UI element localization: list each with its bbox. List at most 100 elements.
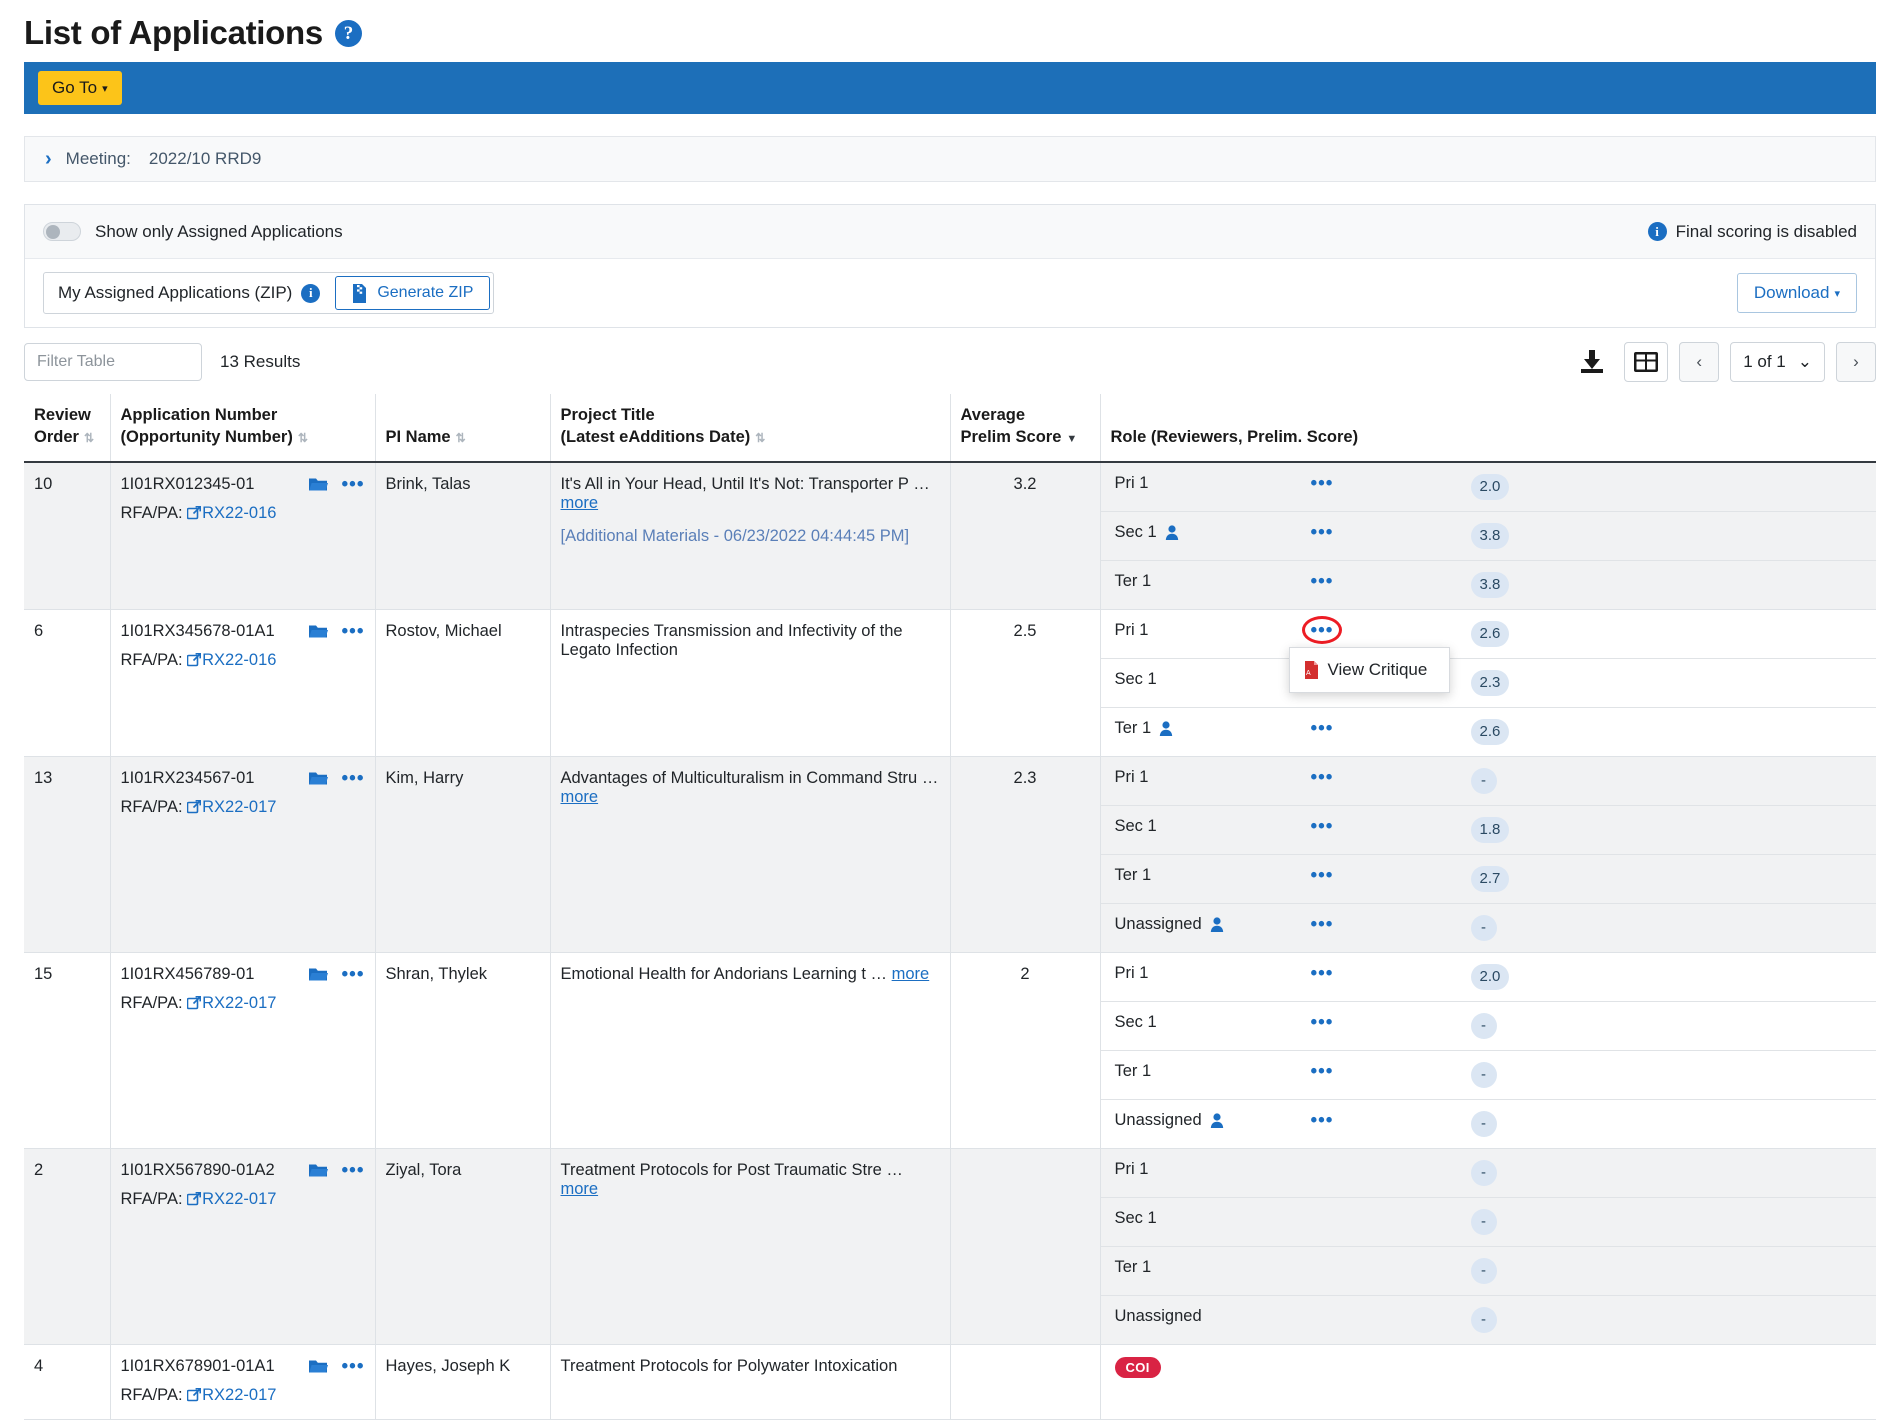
review-order-value: 10 xyxy=(34,474,53,493)
cell-review-order: 6 xyxy=(24,609,111,757)
column-header-1[interactable]: Application Number (Opportunity Number) ⇅ xyxy=(110,394,376,463)
project-title-more-link[interactable]: more xyxy=(561,1180,599,1198)
role-actions-menu[interactable]: ••• xyxy=(1311,768,1334,787)
role-actions-menu[interactable]: ••• xyxy=(1311,572,1334,591)
role-actions-menu[interactable]: ••• xyxy=(1311,719,1334,738)
folder-icon[interactable] xyxy=(308,1163,328,1178)
role-actions-menu[interactable]: ••• xyxy=(1311,915,1334,934)
cell-roles: Pri 1 ••• 2.6 Sec 1 2.3 Ter 1 ••• 2.6 xyxy=(1100,609,1877,757)
view-critique-label: View Critique xyxy=(1327,659,1428,679)
role-row: Ter 1 ••• 2.6 xyxy=(1101,707,1877,756)
review-order-value: 6 xyxy=(34,621,44,640)
column-header-5[interactable]: Role (Reviewers, Prelim. Score) xyxy=(1100,394,1876,463)
role-score-pill: 2.7 xyxy=(1470,865,1510,892)
sort-arrows-icon: ⇅ xyxy=(297,431,308,446)
application-actions-menu[interactable]: ••• xyxy=(342,475,365,494)
page-selector[interactable]: 1 of 1 ⌄ xyxy=(1730,342,1825,382)
role-actions-menu[interactable]: ••• xyxy=(1311,1062,1334,1081)
zip-label-wrap: My Assigned Applications (ZIP) i xyxy=(44,273,335,313)
generate-zip-button[interactable]: Generate ZIP xyxy=(335,276,491,310)
application-actions-menu[interactable]: ••• xyxy=(342,622,365,641)
cell-pi-name: Kim, Harry xyxy=(375,756,551,953)
download-chevron-down-icon: ▾ xyxy=(1834,288,1840,301)
application-actions-menu[interactable]: ••• xyxy=(342,1161,365,1180)
role-score-cell: - xyxy=(1460,1197,1876,1247)
project-title-cell: It's All in Your Head, Until It's Not: T… xyxy=(551,463,950,558)
folder-icon[interactable] xyxy=(308,1359,328,1374)
cell-project-title: Advantages of Multiculturalism in Comman… xyxy=(550,756,951,953)
application-number-cell: 1I01RX234567-01 ••• RFA/PA: RX22-017 xyxy=(111,757,375,831)
application-actions-menu[interactable]: ••• xyxy=(342,769,365,788)
column-header-4[interactable]: Average Prelim Score ▼ xyxy=(950,394,1101,463)
role-actions-menu[interactable]: ••• xyxy=(1301,616,1342,645)
folder-icon[interactable] xyxy=(308,771,328,786)
role-actions-menu[interactable]: ••• xyxy=(1311,817,1334,836)
chevron-right-icon[interactable]: › xyxy=(45,148,52,171)
application-actions-menu[interactable]: ••• xyxy=(342,965,365,984)
column-header-3[interactable]: Project Title (Latest eAdditions Date) ⇅ xyxy=(550,394,951,463)
project-title-more-link[interactable]: more xyxy=(892,965,930,983)
project-title-more-link[interactable]: more xyxy=(561,494,599,512)
project-title-more-link[interactable]: more xyxy=(561,788,599,806)
pi-name-value: Kim, Harry xyxy=(385,768,464,787)
column-header-line2: PI Name ⇅ xyxy=(385,428,466,447)
role-actions-menu[interactable]: ••• xyxy=(1311,523,1334,542)
role-actions-menu[interactable]: ••• xyxy=(1311,964,1334,983)
application-actions-menu[interactable]: ••• xyxy=(342,1357,365,1376)
next-page-button[interactable]: › xyxy=(1836,342,1876,382)
go-to-button[interactable]: Go To ▾ xyxy=(38,71,122,105)
cell-average-prelim-score: 2.3 xyxy=(950,756,1101,953)
rfa-pa-link[interactable]: RX22-016 xyxy=(186,651,276,669)
show-assigned-toggle[interactable] xyxy=(43,222,81,241)
column-header-0[interactable]: Review Order ⇅ xyxy=(24,394,111,463)
folder-icon[interactable] xyxy=(308,967,328,982)
toggle-knob xyxy=(46,224,60,239)
role-score-cell: 2.7 xyxy=(1460,854,1876,904)
role-actions-menu[interactable]: ••• xyxy=(1311,474,1334,493)
prev-page-button[interactable]: ‹ xyxy=(1679,342,1720,382)
rfa-pa-link[interactable]: RX22-016 xyxy=(186,504,276,522)
role-name: Pri 1 xyxy=(1100,952,1301,1002)
show-assigned-toggle-group[interactable]: Show only Assigned Applications xyxy=(43,222,343,242)
pi-name-value: Hayes, Joseph K xyxy=(385,1356,511,1375)
info-icon[interactable]: i xyxy=(1647,222,1667,241)
role-actions-menu[interactable]: ••• xyxy=(1311,1111,1334,1130)
pi-name-value: Rostov, Michael xyxy=(385,621,502,640)
project-title-value: It's All in Your Head, Until It's Not: T… xyxy=(560,474,909,493)
export-download-icon[interactable] xyxy=(1571,343,1613,381)
cell-pi-name: Hayes, Joseph K xyxy=(375,1344,551,1420)
rfa-pa-link[interactable]: RX22-017 xyxy=(186,1386,276,1404)
view-critique-popup[interactable]: A View Critique xyxy=(1288,646,1451,693)
rfa-pa-link[interactable]: RX22-017 xyxy=(186,994,276,1012)
role-actions-cell xyxy=(1300,1246,1461,1296)
role-actions-menu[interactable]: ••• xyxy=(1311,866,1334,885)
download-dropdown-button[interactable]: Download ▾ xyxy=(1736,273,1857,313)
role-row: Pri 1 ••• 2.0 xyxy=(1100,952,1876,1002)
zip-info-icon[interactable]: i xyxy=(301,283,321,303)
table-row: 13 1I01RX234567-01 ••• RFA/PA: RX22-017 Kim,… xyxy=(24,756,1876,953)
role-row: Ter 1 ••• 3.8 xyxy=(1101,560,1877,609)
cell-pi-name: Rostov, Michael xyxy=(375,609,551,757)
filter-table-input[interactable] xyxy=(24,343,202,381)
meeting-value: 2022/10 RRD9 xyxy=(148,149,262,168)
column-header-2[interactable]: PI Name ⇅ xyxy=(375,394,551,463)
rfa-pa-link[interactable]: RX22-017 xyxy=(186,1190,276,1208)
column-layout-toggle[interactable] xyxy=(1624,342,1669,382)
role-score-cell: - xyxy=(1461,1099,1877,1148)
rfa-pa-link[interactable]: RX22-017 xyxy=(186,798,276,816)
role-name: Ter 1 xyxy=(1100,1246,1301,1296)
role-row: Ter 1 ••• 2.7 xyxy=(1100,854,1876,904)
person-icon xyxy=(1165,524,1179,544)
folder-icon[interactable] xyxy=(308,477,328,492)
role-score-cell: 2.6 xyxy=(1460,609,1876,659)
folder-icon[interactable] xyxy=(308,624,328,639)
page-title: List of Applications xyxy=(24,14,323,51)
cell-project-title: Treatment Protocols for Polywater Intoxi… xyxy=(550,1344,951,1420)
role-name: Ter 1 xyxy=(1114,571,1152,590)
help-icon[interactable]: ? xyxy=(334,19,362,47)
role-actions-menu[interactable]: ••• xyxy=(1311,1013,1334,1032)
project-title-value: Advantages of Multiculturalism in Comman… xyxy=(560,768,918,787)
column-header-line2: (Opportunity Number) ⇅ xyxy=(120,428,308,447)
cell-project-title: Intraspecies Transmission and Infectivit… xyxy=(550,609,951,757)
project-title-cell: Emotional Health for Andorians Learning … xyxy=(551,953,950,996)
